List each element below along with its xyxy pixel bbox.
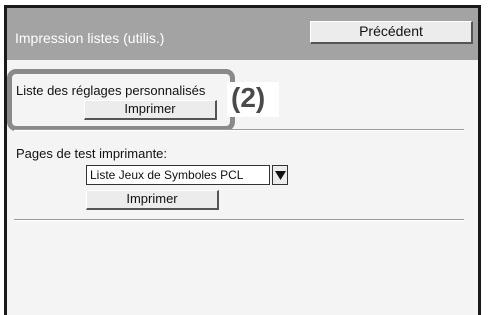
title-bar: Impression listes (utilis.) Précédent [7,8,478,60]
user-settings-list-label: Liste des réglages personnalisés [16,83,206,98]
print-test-page-button[interactable]: Imprimer [86,190,219,210]
dropdown-button[interactable] [272,165,288,185]
step-callout: (2) [231,82,266,113]
test-page-select[interactable]: Liste Jeux de Symboles PCL [86,165,270,185]
print-user-settings-button[interactable]: Imprimer [84,100,217,120]
divider [14,129,464,131]
test-pages-label: Pages de test imprimante: [16,146,168,161]
divider [14,219,464,221]
window-title: Impression listes (utilis.) [15,30,165,46]
back-button[interactable]: Précédent [310,21,473,44]
triangle-down-icon [275,171,286,180]
